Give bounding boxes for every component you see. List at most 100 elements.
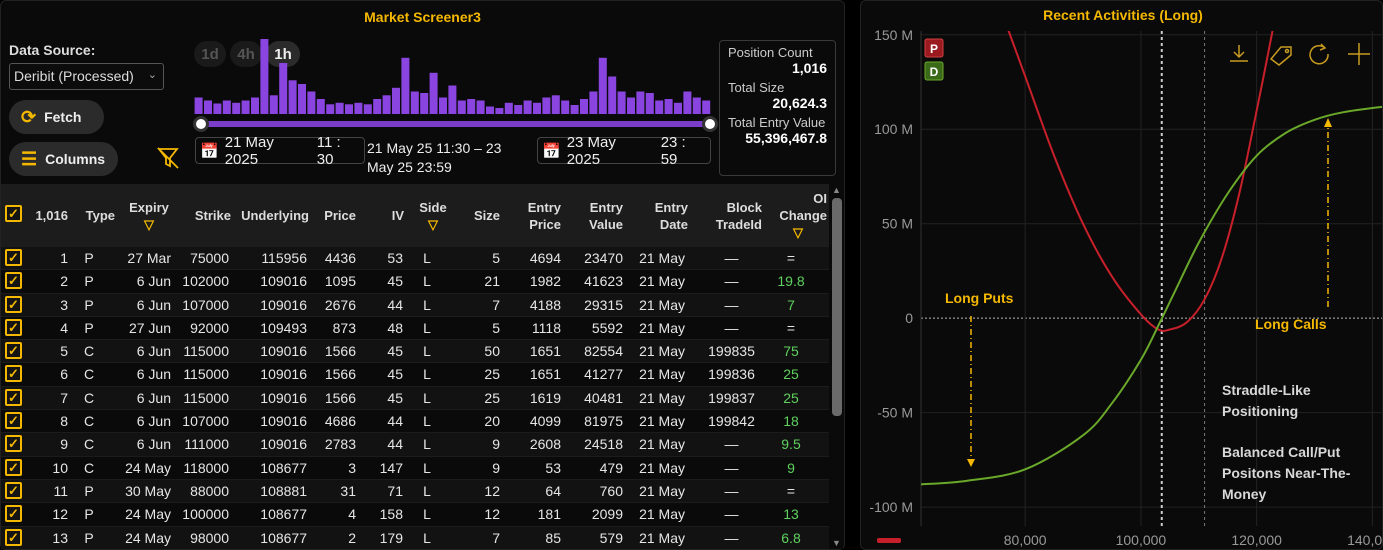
cell-iv: 45 xyxy=(387,366,403,383)
cell-n: 7 xyxy=(60,389,68,406)
histogram-bar xyxy=(476,100,485,114)
col-underlying[interactable]: Underlying xyxy=(233,184,309,247)
col-size[interactable]: Size xyxy=(461,184,500,247)
cell-size: 12 xyxy=(484,482,500,499)
table-row[interactable]: ✓ 1 P 27 Mar 75000 115956 4436 53 L 5 4694 23470 21 … xyxy=(1,247,829,271)
end-date-picker[interactable]: 📅 23 May 2025 23 : 59 xyxy=(537,134,711,168)
table-row[interactable]: ✓ 13 P 24 May 98000 108677 2 179 L 7 85 579 21 May — 6… xyxy=(1,526,829,549)
row-checkbox[interactable]: ✓ xyxy=(5,365,22,383)
col-iv[interactable]: IV xyxy=(369,184,404,247)
fetch-button[interactable]: ⟳ Fetch xyxy=(9,100,104,134)
table-row[interactable]: ✓ 10 C 24 May 118000 108677 3 147 L 9 53 479 21 May —… xyxy=(1,456,829,480)
row-checkbox[interactable]: ✓ xyxy=(5,388,22,406)
scroll-up-icon[interactable]: ▲ xyxy=(832,185,841,195)
slider-end-handle[interactable] xyxy=(702,116,718,132)
cell-strike: 107000 xyxy=(182,413,229,430)
cell-underlying: 109493 xyxy=(260,319,307,336)
filter-icon[interactable]: ▽ xyxy=(125,216,173,233)
col-block-tradeid[interactable]: Block TradeId xyxy=(705,184,762,247)
row-checkbox[interactable]: ✓ xyxy=(5,505,22,523)
table-row[interactable]: ✓ 4 P 27 Jun 92000 109493 873 48 L 5 1118 5592 21 Ma… xyxy=(1,316,829,341)
col-strike[interactable]: Strike xyxy=(179,184,231,247)
annotation-long-calls: Long Calls xyxy=(1255,316,1327,332)
reset-icon[interactable] xyxy=(1309,43,1329,65)
histogram-bar xyxy=(363,104,372,114)
cell-entry-price: 1118 xyxy=(531,319,561,336)
table-row[interactable]: ✓ 2 P 6 Jun 102000 109016 1095 45 L 21 1982 41623 21… xyxy=(1,270,829,294)
table-scrollbar[interactable]: ▲ ▼ xyxy=(831,184,843,549)
histogram-bar xyxy=(241,100,250,114)
row-checkbox[interactable]: ✓ xyxy=(5,249,22,266)
cell-price: 873 xyxy=(332,319,356,336)
scroll-down-icon[interactable]: ▼ xyxy=(832,538,841,548)
cell-type: P xyxy=(84,506,94,523)
select-all-checkbox[interactable]: ✓ xyxy=(5,205,22,222)
row-checkbox[interactable]: ✓ xyxy=(5,295,22,313)
table-row[interactable]: ✓ 6 C 6 Jun 115000 109016 1566 45 L 25 1651 41277 21… xyxy=(1,363,829,387)
table-row[interactable]: ✓ 9 C 6 Jun 111000 109016 2783 44 L 9 2608 24518 21 … xyxy=(1,433,829,457)
cell-size: 20 xyxy=(484,413,500,430)
cell-size: 12 xyxy=(484,506,500,523)
cell-expiry: 24 May xyxy=(125,459,171,476)
histogram-bar xyxy=(373,99,382,114)
histogram-bar xyxy=(204,100,212,114)
filter-icon[interactable]: ▽ xyxy=(769,224,827,241)
col-price[interactable]: Price xyxy=(311,184,356,247)
clear-filter-icon[interactable] xyxy=(156,146,182,170)
col-entry-date[interactable]: Entry Date xyxy=(636,184,688,247)
cell-strike: 107000 xyxy=(182,296,229,313)
cell-size: 5 xyxy=(492,319,500,336)
row-checkbox[interactable]: ✓ xyxy=(5,481,22,499)
start-date-picker[interactable]: 📅 21 May 2025 11 : 30 xyxy=(195,134,365,168)
cell-strike: 98000 xyxy=(190,529,229,546)
cell-underlying: 109016 xyxy=(260,413,307,430)
cell-block: — xyxy=(724,529,739,546)
col-entry-value[interactable]: Entry Value xyxy=(573,184,623,247)
time-range-slider[interactable] xyxy=(201,121,711,127)
tag-icon[interactable] xyxy=(1269,46,1292,66)
table-row[interactable]: ✓ 8 C 6 Jun 107000 109016 4686 44 L 20 4099 81975 21… xyxy=(1,410,829,434)
row-checkbox[interactable]: ✓ xyxy=(5,528,22,546)
table-row[interactable]: ✓ 7 C 6 Jun 115000 109016 1566 45 L 25 1619 40481 21… xyxy=(1,386,829,411)
row-checkbox[interactable]: ✓ xyxy=(5,272,22,290)
histogram-bar xyxy=(222,100,231,114)
cell-underlying: 109016 xyxy=(260,343,307,360)
position-count: 1,016 xyxy=(791,60,827,76)
col-entry-price[interactable]: Entry Price xyxy=(511,184,561,247)
scrollbar-thumb[interactable] xyxy=(832,198,842,416)
col-type[interactable]: Type xyxy=(79,184,115,247)
calendar-icon: 📅 xyxy=(542,142,561,160)
range-indicator[interactable] xyxy=(877,538,901,543)
download-icon[interactable] xyxy=(1230,45,1248,62)
payoff-chart[interactable]: Recent Activities (Long) 150 M 100 M 50 M 0… xyxy=(861,1,1383,550)
row-checkbox[interactable]: ✓ xyxy=(5,458,22,476)
long-calls-arrowhead xyxy=(1324,118,1332,127)
slider-start-handle[interactable] xyxy=(193,116,209,132)
row-checkbox[interactable]: ✓ xyxy=(5,318,22,336)
cell-entry-price: 1651 xyxy=(529,343,561,360)
row-checkbox[interactable]: ✓ xyxy=(5,435,22,453)
y-tick-label: 100 M xyxy=(874,121,913,137)
cell-underlying: 108881 xyxy=(260,482,307,499)
col-oi-change[interactable]: OI Change ▽ xyxy=(769,184,827,247)
cell-entry-price: 2608 xyxy=(529,436,561,453)
cell-entry-value: 24518 xyxy=(584,436,623,453)
histogram-bar xyxy=(251,97,259,114)
row-checkbox[interactable]: ✓ xyxy=(5,412,22,430)
columns-button[interactable]: ☰ Columns xyxy=(9,142,118,176)
col-side[interactable]: Side ▽ xyxy=(413,184,453,247)
table-row[interactable]: ✓ 3 P 6 Jun 107000 109016 2676 44 L 7 4188 29315 21 … xyxy=(1,293,829,317)
table-row[interactable]: ✓ 5 C 6 Jun 115000 109016 1566 45 L 50 1651 82554 21… xyxy=(1,340,829,364)
filter-icon[interactable]: ▽ xyxy=(413,216,453,233)
market-screener-panel: Market Screener3 Data Source: Deribit (P… xyxy=(0,0,845,550)
row-checkbox[interactable]: ✓ xyxy=(5,342,22,360)
table-row[interactable]: ✓ 12 P 24 May 100000 108677 4 158 L 12 181 2099 21 M… xyxy=(1,503,829,527)
cell-entry-value: 82554 xyxy=(584,343,623,360)
table-row[interactable]: ✓ 11 P 30 May 88000 108881 31 71 L 12 64 760 21 May —… xyxy=(1,479,829,504)
crosshair-icon[interactable] xyxy=(1348,43,1370,65)
cell-price: 4686 xyxy=(324,413,356,430)
col-expiry[interactable]: Expiry ▽ xyxy=(125,184,173,247)
cell-underlying: 108677 xyxy=(260,459,307,476)
data-source-select[interactable]: Deribit (Processed) ⌄ xyxy=(9,63,164,90)
histogram-bar xyxy=(382,95,391,114)
